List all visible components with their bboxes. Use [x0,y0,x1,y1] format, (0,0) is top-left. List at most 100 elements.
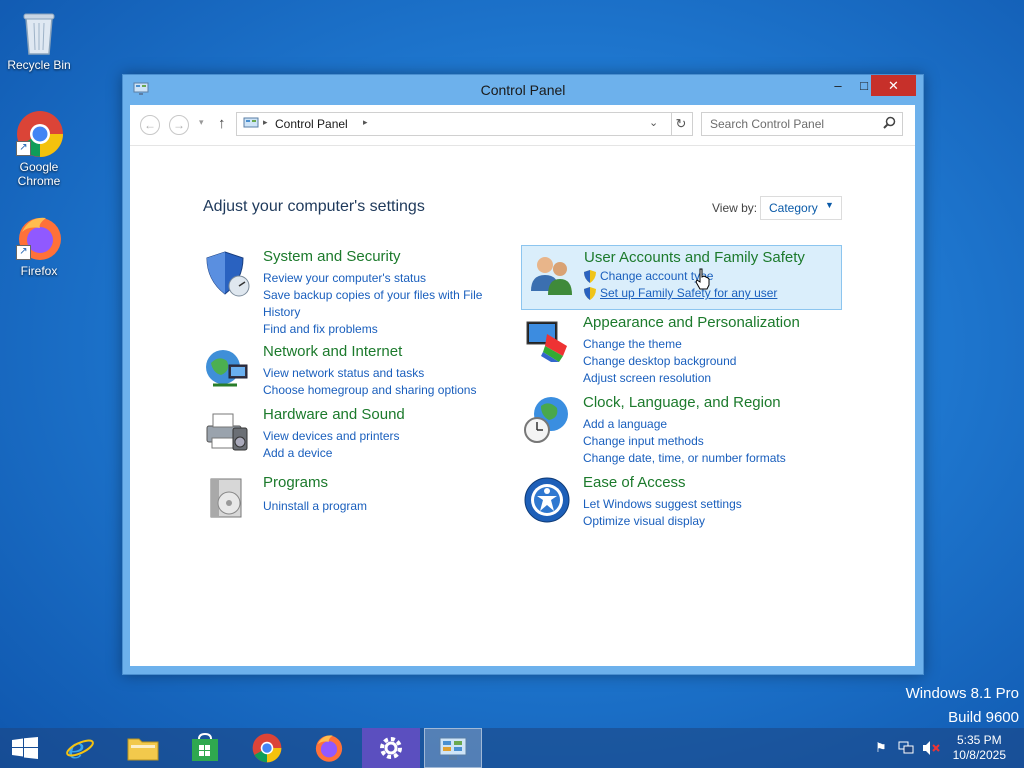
windows-build-text: Build 9600 [948,709,1019,726]
clock-globe-icon [523,396,571,444]
recycle-bin-icon [16,8,62,55]
minimize-button[interactable]: – [825,75,851,96]
category-title[interactable]: Clock, Language, and Region [583,394,781,411]
chrome-icon: ↗ [16,110,63,157]
refresh-button[interactable]: ↻ [670,112,693,136]
window-title: Control Panel [480,82,566,98]
taskbar-control-panel[interactable] [424,728,482,768]
control-panel-window: Control Panel – □ ✕ ← → ▾ ↑ ▸ Control Pa… [122,74,924,675]
category-title[interactable]: Ease of Access [583,474,686,491]
category-ease-of-access: Ease of Access Let Windows suggest setti… [523,474,843,528]
category-title[interactable]: Network and Internet [263,343,402,360]
volume-muted-icon[interactable] [922,740,940,761]
shortcut-arrow-icon: ↗ [16,141,31,156]
chrome-icon [252,733,282,763]
start-icon [12,737,38,759]
link-change-date-time-formats[interactable]: Change date, time, or number formats [583,450,823,467]
windows-edition-text: Windows 8.1 Pro [905,685,1019,702]
category-appearance-and-personalization: Appearance and Personalization Change th… [523,314,843,387]
category-hardware-and-sound: Hardware and Sound View devices and prin… [203,406,503,460]
breadcrumb-control-panel[interactable]: Control Panel [275,117,348,131]
category-user-accounts-and-family-safety: User Accounts and Family Safety Change a… [521,245,842,310]
link-add-a-device[interactable]: Add a device [263,445,503,462]
taskbar-settings[interactable] [362,728,420,768]
network-icon[interactable] [898,740,914,761]
chevron-down-icon: ▼ [825,200,834,210]
category-network-and-internet: Network and Internet View network status… [203,343,503,397]
title-bar[interactable]: Control Panel – □ ✕ [123,75,923,105]
view-by-label: View by: [712,201,758,215]
address-bar[interactable]: ▸ Control Panel ▸ ⌄ [236,112,672,136]
link-choose-homegroup[interactable]: Choose homegroup and sharing options [263,382,503,399]
control-panel-icon [439,737,467,760]
taskbar-internet-explorer[interactable]: e [50,728,108,768]
category-system-and-security: System and Security Review your computer… [203,248,503,336]
link-uninstall-program[interactable]: Uninstall a program [263,498,503,515]
settings-icon [380,737,402,759]
link-save-backup-copies[interactable]: Save backup copies of your files with Fi… [263,287,503,304]
file-explorer-icon [127,738,159,761]
category-clock-language-region: Clock, Language, and Region Add a langua… [523,394,843,467]
desktop-icon-firefox[interactable]: ↗ Firefox [2,214,76,278]
link-find-and-fix-problems[interactable]: Find and fix problems [263,321,503,338]
view-by-dropdown[interactable]: Category ▼ [760,196,842,220]
up-button[interactable]: ↑ [218,115,226,132]
taskbar: e ⚑ [0,728,1024,768]
system-clock[interactable]: 5:35 PM 10/8/2025 [953,733,1006,763]
search-icon[interactable] [883,116,896,134]
desktop-icon-label: Recycle Bin [7,58,71,72]
desktop-icon-google-chrome[interactable]: ↗ Google Chrome [2,110,76,188]
desktop-icon-label: Google Chrome [17,160,61,188]
category-programs: Programs Uninstall a program [203,473,503,525]
link-add-language[interactable]: Add a language [583,416,823,433]
start-button[interactable] [0,728,50,768]
link-change-desktop-background[interactable]: Change desktop background [583,353,823,370]
internet-explorer-icon: e [66,733,94,763]
link-optimize-visual-display[interactable]: Optimize visual display [583,513,823,530]
link-change-theme[interactable]: Change the theme [583,336,823,353]
recent-locations-chevron-icon[interactable]: ▾ [199,117,204,128]
window-content: ← → ▾ ↑ ▸ Control Panel ▸ ⌄ ↻ Search Con… [130,105,915,666]
ease-of-access-icon [523,476,571,524]
link-adjust-screen-resolution[interactable]: Adjust screen resolution [583,370,823,387]
clock-time: 5:35 PM [956,733,1002,747]
link-view-devices-printers[interactable]: View devices and printers [263,428,503,445]
link-view-network-status[interactable]: View network status and tasks [263,365,503,382]
address-dropdown-icon[interactable]: ⌄ [649,116,658,129]
printer-icon [203,408,251,456]
link-let-windows-suggest[interactable]: Let Windows suggest settings [583,496,823,513]
taskbar-firefox[interactable] [300,728,358,768]
category-title[interactable]: Programs [263,474,328,491]
link-change-input-methods[interactable]: Change input methods [583,433,823,450]
search-box[interactable]: Search Control Panel [701,112,903,136]
store-icon [192,733,218,761]
link-save-backup-copies-cont[interactable]: History [263,304,503,321]
breadcrumb-chevron-icon[interactable]: ▸ [363,117,368,128]
category-title[interactable]: User Accounts and Family Safety [584,249,805,266]
shield-icon [203,250,251,298]
programs-icon [203,475,251,523]
category-title[interactable]: Appearance and Personalization [583,314,800,331]
users-icon [528,251,576,299]
view-by-value: Category [769,201,818,215]
forward-button[interactable]: → [169,115,189,135]
link-label: Set up Family Safety for any user [600,286,778,300]
category-title[interactable]: System and Security [263,248,401,265]
desktop-icon-recycle-bin[interactable]: Recycle Bin [2,8,76,72]
action-center-flag-icon[interactable]: ⚑ [875,740,887,756]
taskbar-store[interactable] [176,728,234,768]
back-button[interactable]: ← [140,115,160,135]
navigation-bar: ← → ▾ ↑ ▸ Control Panel ▸ ⌄ ↻ Search Con… [130,105,915,146]
category-title[interactable]: Hardware and Sound [263,406,405,423]
network-globe-icon [203,345,251,393]
link-review-computer-status[interactable]: Review your computer's status [263,270,503,287]
page-heading: Adjust your computer's settings [203,198,425,215]
clock-date: 10/8/2025 [952,748,1006,762]
close-button[interactable]: ✕ [871,75,916,96]
control-panel-icon [243,117,259,136]
search-placeholder: Search Control Panel [710,117,825,131]
taskbar-file-explorer[interactable] [113,728,171,768]
monitor-icon [523,316,571,364]
taskbar-chrome[interactable] [238,728,296,768]
hand-cursor-icon [695,268,711,295]
